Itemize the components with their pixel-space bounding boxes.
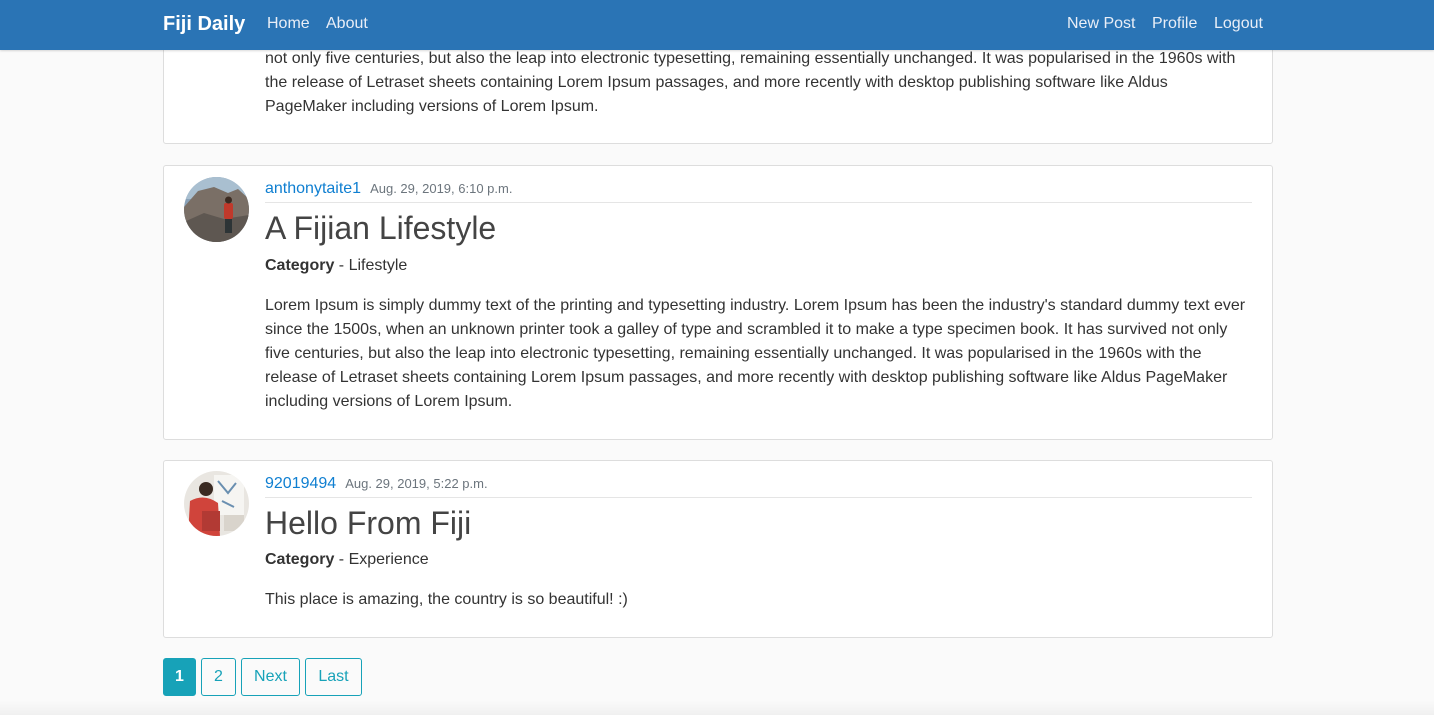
post-body: Lorem Ipsum is simply dummy text of the …	[265, 297, 1246, 410]
author-avatar[interactable]	[184, 177, 249, 242]
post-date: Aug. 29, 2019, 6:10 p.m.	[370, 181, 513, 196]
brand-link[interactable]: Fiji Daily	[163, 13, 245, 36]
post-meta: 92019494 Aug. 29, 2019, 5:22 p.m.	[265, 475, 1252, 498]
post-meta: anthonytaite1 Aug. 29, 2019, 6:10 p.m.	[265, 180, 1252, 203]
category-value: - Experience	[334, 551, 429, 568]
page-1-button[interactable]: 1	[163, 658, 196, 696]
post-category: Category - Lifestyle	[265, 257, 407, 275]
top-navbar: Fiji Daily Home About New Post Profile L…	[0, 0, 1434, 50]
post-title[interactable]: A Fijian Lifestyle	[265, 212, 496, 244]
post-date: Aug. 29, 2019, 5:22 p.m.	[345, 476, 488, 491]
nav-home-link[interactable]: Home	[267, 15, 310, 33]
nav-profile-link[interactable]: Profile	[1152, 15, 1197, 33]
category-label: Category	[265, 257, 335, 274]
post-card: 92019494 Aug. 29, 2019, 5:22 p.m. Hello F…	[163, 460, 1273, 638]
nav-about-link[interactable]: About	[326, 15, 368, 33]
post-card: anthonytaite1 Aug. 29, 2019, 6:10 p.m. A …	[163, 165, 1273, 440]
post-body: This place is amazing, the country is so…	[265, 591, 628, 608]
category-value: - Lifestyle	[334, 257, 408, 274]
author-link[interactable]: anthonytaite1	[265, 180, 361, 197]
post-body: not only five centuries, but also the le…	[265, 50, 1236, 115]
author-link[interactable]: 92019494	[265, 475, 336, 492]
nav-new-post-link[interactable]: New Post	[1067, 15, 1135, 33]
next-page-button[interactable]: Next	[241, 658, 300, 696]
footer-shadow	[0, 700, 1434, 715]
post-category: Category - Experience	[265, 551, 429, 569]
nav-logout-link[interactable]: Logout	[1214, 15, 1263, 33]
last-page-button[interactable]: Last	[305, 658, 362, 696]
post-title[interactable]: Hello From Fiji	[265, 507, 471, 539]
category-label: Category	[265, 551, 335, 568]
page-2-button[interactable]: 2	[201, 658, 236, 696]
author-avatar[interactable]	[184, 471, 249, 536]
